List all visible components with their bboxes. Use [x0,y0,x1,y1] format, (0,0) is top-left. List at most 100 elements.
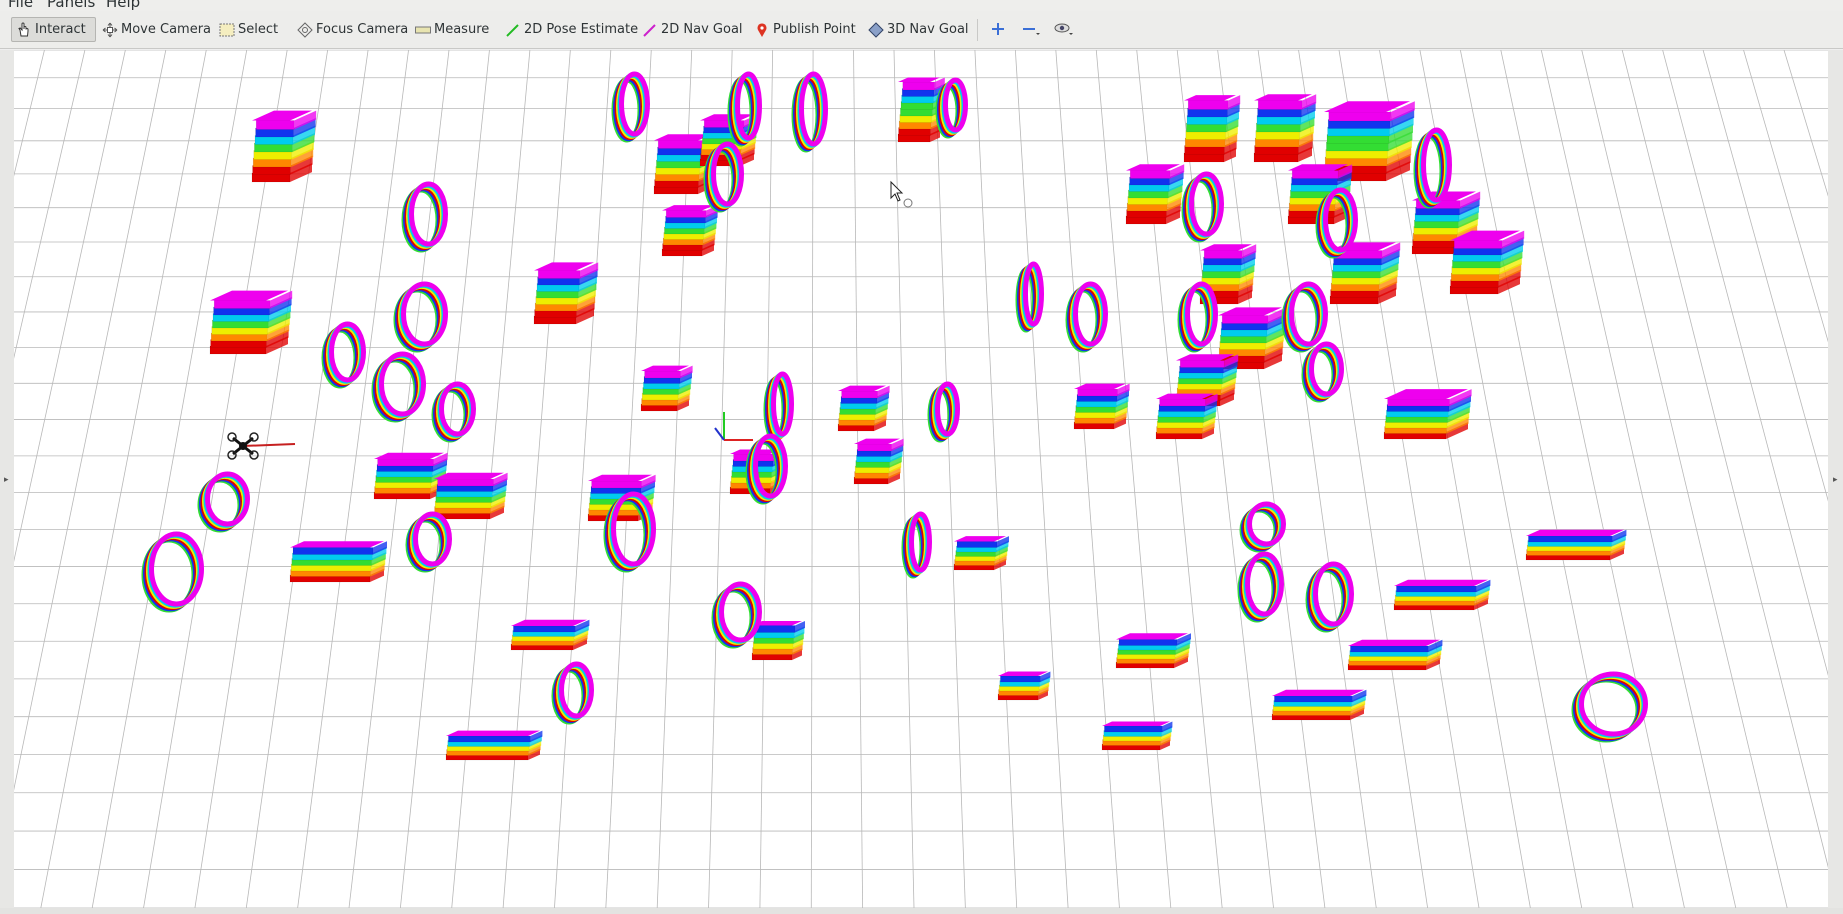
add-tool-icon [991,21,1005,40]
voxel-obstacle [997,671,1051,701]
green-arrow-icon [505,22,521,38]
voxel-obstacle [1253,94,1317,163]
origin-axes-marker [714,412,753,441]
voxel-obstacle [1323,101,1415,182]
ruler-icon [415,22,431,38]
camera-view-button[interactable] [1049,19,1079,41]
voxel-obstacle [1393,579,1491,611]
toolbar-separator [977,19,978,41]
voxel-ring-obstacle [1015,261,1044,333]
voxel-ring-obstacle [431,381,476,443]
voxel-ring-obstacle [1181,171,1224,243]
voxel-ring-obstacle [711,581,762,649]
voxel-obstacle [1183,95,1241,163]
expand-left-icon: ▸ [4,475,9,485]
menu-panels[interactable]: Panels [47,0,95,11]
voxel-obstacle [533,262,599,325]
tool-label: Focus Camera [316,22,409,37]
voxel-obstacle [953,536,1009,571]
voxel-ring-obstacle [1281,281,1328,353]
voxel-ring-obstacle [1239,501,1286,553]
voxel-obstacle [1347,639,1443,671]
magenta-arrow-icon [642,22,658,38]
3d-render-viewport[interactable] [14,50,1828,908]
voxel-obstacle [640,365,693,412]
tool-select[interactable]: Select [215,17,282,42]
voxel-ring-obstacle [321,321,366,389]
remove-tool-icon [1022,21,1040,40]
tool-label: Select [238,22,279,37]
voxel-obstacle [433,472,508,520]
voxel-obstacle [751,621,805,661]
menu-bar: File Panels Help [0,0,1843,11]
voxel-ring-obstacle [935,77,968,139]
tool-2d-pose-estimate[interactable]: 2D Pose Estimate [501,17,642,42]
move-arrows-icon [102,22,118,38]
tool-label: Publish Point [773,22,856,37]
voxel-obstacle [1383,389,1472,440]
add-tool-button[interactable] [983,19,1013,41]
voxel-obstacle [209,290,293,355]
map-pin-icon [754,22,770,38]
left-dock-collapsed[interactable]: ▸ [0,50,14,908]
voxel-ring-obstacle [1305,561,1354,633]
tool-focus-camera[interactable]: Focus Camera [293,17,412,42]
voxel-ring-obstacle [1177,281,1218,353]
status-bar [0,908,1843,914]
voxel-obstacle [289,541,387,583]
tool-measure[interactable]: Measure [411,17,493,42]
voxel-ring-obstacle [763,371,794,443]
voxel-obstacle [510,619,590,651]
voxel-ring-obstacle [371,351,426,423]
voxel-ring-obstacle [703,141,744,213]
tool-move-camera[interactable]: Move Camera [98,17,215,42]
tool-label: 2D Nav Goal [661,22,743,37]
remove-tool-button[interactable] [1016,19,1046,41]
voxel-ring-obstacle [1301,341,1344,403]
right-dock-collapsed[interactable]: ▸ [1828,50,1843,908]
voxel-obstacle [251,110,317,183]
voxel-ring-obstacle [611,71,650,143]
voxel-ring-obstacle [1065,281,1108,353]
voxel-ring-obstacle [1237,551,1284,623]
voxel-obstacle [1115,633,1191,669]
tool-publish-point[interactable]: Publish Point [750,17,860,42]
voxel-ring-obstacle [405,511,452,573]
voxel-ring-obstacle [197,471,250,533]
voxel-obstacle [1525,529,1627,561]
camera-view-icon [1054,21,1074,40]
voxel-obstacle [1449,230,1525,295]
voxel-ring-obstacle [141,531,204,613]
voxel-ring-obstacle [927,381,960,443]
voxel-obstacle [1155,393,1218,440]
tool-label: Interact [35,22,86,37]
voxel-obstacle [661,205,719,257]
focus-crosshair-icon [297,21,313,38]
diamond-icon [868,21,884,38]
select-box-icon [219,22,235,38]
voxel-obstacle [445,730,543,761]
voxel-ring-obstacle [1571,671,1648,743]
voxel-obstacle [1101,721,1173,751]
mouse-cursor-icon [890,180,913,208]
tool-3d-nav-goal[interactable]: 3D Nav Goal [864,17,973,42]
voxel-obstacle [1271,689,1367,721]
tool-interact[interactable]: Interact [11,17,96,42]
voxel-ring-obstacle [401,181,448,253]
voxel-obstacle [1073,383,1130,430]
voxel-obstacle [1125,164,1185,225]
tool-label: 3D Nav Goal [887,22,969,37]
scene-canvas [14,50,1828,908]
menu-file[interactable]: File [8,0,33,11]
voxel-ring-obstacle [791,71,828,153]
tool-label: Measure [434,22,490,37]
voxel-obstacle [853,438,904,485]
hand-pointer-icon [16,22,32,38]
menu-help[interactable]: Help [106,0,140,11]
voxel-ring-obstacle [901,511,932,579]
voxel-obstacle [837,385,890,432]
voxel-obstacles [141,71,1648,761]
robot-drone-marker [227,432,296,460]
voxel-ring-obstacle [551,661,594,725]
tool-2d-nav-goal[interactable]: 2D Nav Goal [638,17,747,42]
